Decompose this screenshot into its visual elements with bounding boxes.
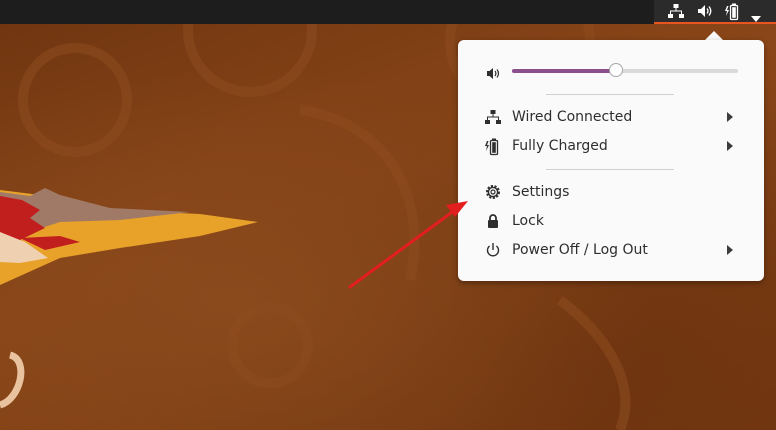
annotation-arrow [348, 201, 468, 289]
